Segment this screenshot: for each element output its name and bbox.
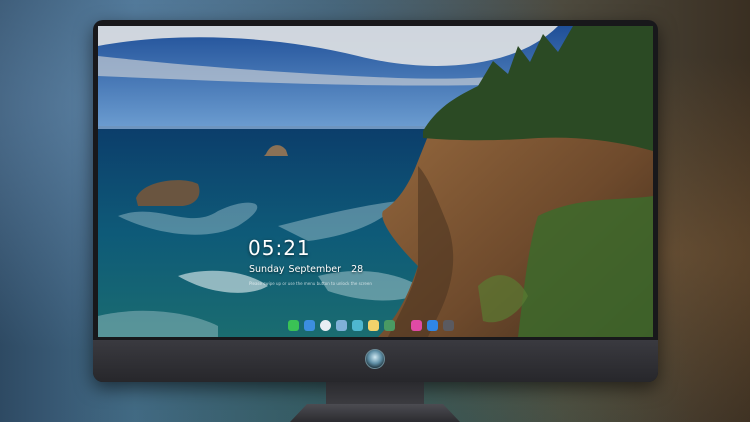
lock-clock-date: Sunday September 28 <box>249 264 367 275</box>
brand-logo-icon <box>365 349 385 369</box>
lock-day: Sunday <box>249 264 285 275</box>
lock-screen[interactable]: 05:21 Sunday September 28 Please swipe up… <box>98 26 653 337</box>
photos-icon[interactable] <box>352 319 363 331</box>
unlock-hint: Please swipe up or use the menu button t… <box>249 281 372 286</box>
lock-month: September <box>288 264 342 275</box>
wallpaper-landscape <box>98 26 653 337</box>
music-icon[interactable] <box>411 319 422 331</box>
lock-clock-time: 05:21 <box>248 236 311 260</box>
monitor-stand-neck <box>326 382 424 406</box>
app-store-icon[interactable] <box>427 319 438 331</box>
camera-icon[interactable] <box>443 319 454 331</box>
safari-icon[interactable] <box>320 319 331 331</box>
mail-icon[interactable] <box>336 319 347 331</box>
dock <box>286 317 456 333</box>
finder-icon[interactable] <box>304 319 315 331</box>
lock-date: 28 <box>351 264 364 275</box>
preview-icon[interactable] <box>384 319 395 331</box>
monitor-stand-base <box>290 404 460 422</box>
notes-icon[interactable] <box>368 319 379 331</box>
messages-icon[interactable] <box>288 319 299 331</box>
